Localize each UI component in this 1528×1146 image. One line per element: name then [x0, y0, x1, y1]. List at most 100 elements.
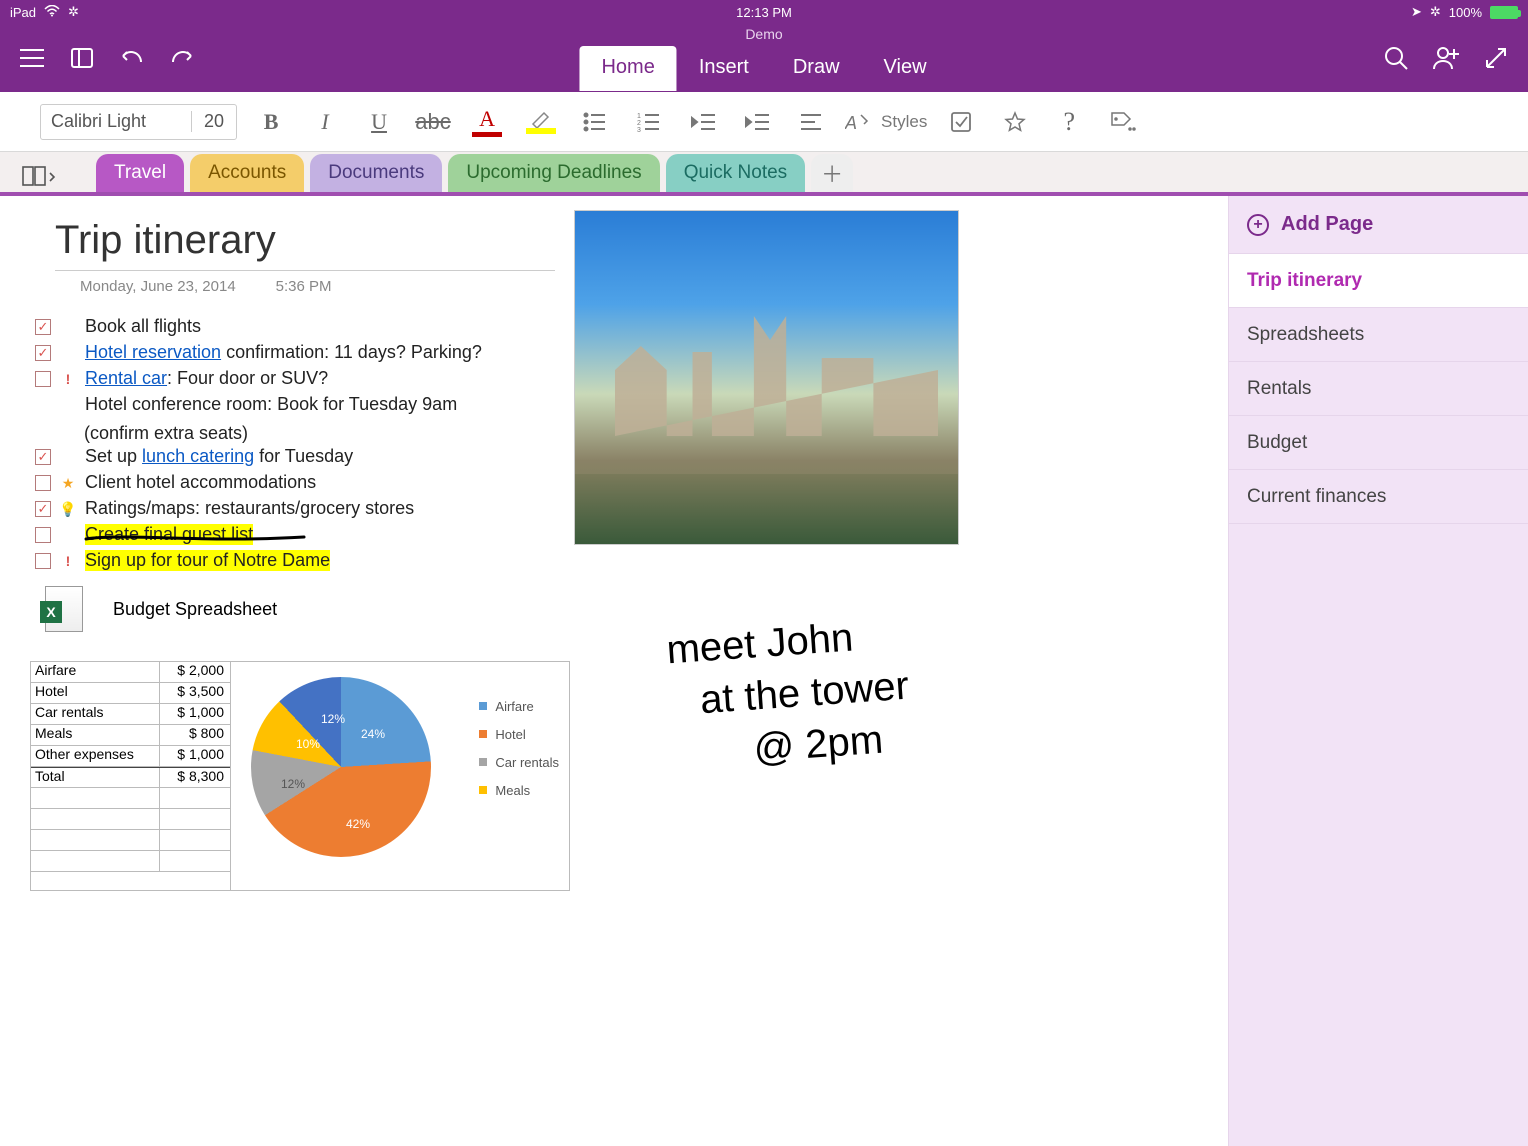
- excel-file-icon: [45, 586, 83, 632]
- highlight-button[interactable]: [521, 102, 561, 142]
- todo-text[interactable]: Hotel conference room: Book for Tuesday …: [85, 394, 457, 415]
- font-size[interactable]: 20: [191, 111, 236, 132]
- todo-row[interactable]: !Sign up for tour of Notre Dame: [35, 550, 482, 576]
- ribbon-tabs: Home Insert Draw View: [579, 46, 948, 91]
- add-page-button[interactable]: + Add Page: [1229, 196, 1528, 254]
- todo-row[interactable]: ✓ Set up lunch catering for Tuesday: [35, 446, 482, 472]
- device-label: iPad: [10, 5, 36, 20]
- spreadsheet-clip[interactable]: Airfare$ 2,000Hotel$ 3,500Car rentals$ 1…: [30, 661, 570, 891]
- note-time: 5:36 PM: [276, 278, 332, 295]
- indent-button[interactable]: [737, 102, 777, 142]
- embedded-photo[interactable]: [574, 210, 959, 545]
- bold-button[interactable]: B: [251, 102, 291, 142]
- search-button[interactable]: [1382, 44, 1410, 72]
- todo-text[interactable]: Ratings/maps: restaurants/grocery stores: [85, 498, 414, 519]
- styles-button[interactable]: A Styles: [845, 102, 927, 142]
- page-list: + Add Page Trip itinerarySpreadsheetsRen…: [1228, 196, 1528, 1146]
- todo-checkbox[interactable]: ✓: [35, 345, 51, 361]
- section-tab-travel[interactable]: Travel: [96, 154, 184, 192]
- todo-text[interactable]: Rental car: Four door or SUV?: [85, 368, 328, 389]
- todo-checkbox[interactable]: ✓: [35, 319, 51, 335]
- todo-checkbox[interactable]: [35, 527, 51, 543]
- numbered-list-button[interactable]: 123: [629, 102, 669, 142]
- link[interactable]: lunch catering: [142, 446, 254, 466]
- italic-button[interactable]: I: [305, 102, 345, 142]
- ribbon-tab-insert[interactable]: Insert: [677, 46, 771, 91]
- note-title[interactable]: Trip itinerary: [55, 218, 276, 263]
- ribbon-tab-home[interactable]: Home: [579, 46, 676, 91]
- clock: 12:13 PM: [736, 5, 792, 20]
- font-selector[interactable]: Calibri Light 20: [40, 104, 237, 140]
- font-name[interactable]: Calibri Light: [41, 111, 191, 132]
- section-tab-quicknotes[interactable]: Quick Notes: [666, 154, 805, 192]
- notebook-picker[interactable]: [14, 162, 64, 192]
- attachment-label: Budget Spreadsheet: [113, 599, 277, 620]
- page-item[interactable]: Spreadsheets: [1229, 308, 1528, 362]
- menu-button[interactable]: [18, 44, 46, 72]
- redo-button[interactable]: [168, 44, 196, 72]
- align-button[interactable]: [791, 102, 831, 142]
- ink-underline: [84, 531, 314, 545]
- attachment[interactable]: Budget Spreadsheet: [45, 586, 277, 632]
- todo-text[interactable]: Set up lunch catering for Tuesday: [85, 446, 353, 467]
- status-bar: iPad ✲ 12:13 PM ➤ ✲ 100%: [0, 0, 1528, 24]
- ribbon-tab-view[interactable]: View: [862, 46, 949, 91]
- handwritten-note[interactable]: meet John at the tower @ 2pm: [665, 608, 914, 780]
- section-tab-accounts[interactable]: Accounts: [190, 154, 304, 192]
- todo-row[interactable]: !Rental car: Four door or SUV?: [35, 368, 482, 394]
- todo-checkbox[interactable]: [35, 475, 51, 491]
- note-canvas[interactable]: Trip itinerary Monday, June 23, 2014 5:3…: [0, 196, 1228, 1146]
- todo-checkbox[interactable]: ✓: [35, 449, 51, 465]
- note-date: Monday, June 23, 2014: [80, 278, 236, 295]
- todo-tag-button[interactable]: [941, 102, 981, 142]
- svg-text:1: 1: [637, 113, 641, 120]
- battery-label: 100%: [1449, 5, 1482, 20]
- todo-text[interactable]: Book all flights: [85, 316, 201, 337]
- link[interactable]: Rental car: [85, 368, 167, 388]
- todo-row[interactable]: ✓💡Ratings/maps: restaurants/grocery stor…: [35, 498, 482, 524]
- undo-button[interactable]: [118, 44, 146, 72]
- todo-text[interactable]: Client hotel accommodations: [85, 472, 316, 493]
- todo-checkbox[interactable]: [35, 371, 51, 387]
- add-page-label: Add Page: [1281, 213, 1373, 236]
- todo-row[interactable]: (confirm extra seats): [84, 420, 482, 446]
- note-metadata: Monday, June 23, 2014 5:36 PM: [80, 278, 332, 295]
- notebook-title: Demo: [745, 26, 782, 42]
- ribbon-tab-draw[interactable]: Draw: [771, 46, 862, 91]
- todo-row[interactable]: Hotel conference room: Book for Tuesday …: [35, 394, 482, 420]
- todo-row[interactable]: ✓ Book all flights: [35, 316, 482, 342]
- add-section-button[interactable]: ＋: [811, 154, 853, 192]
- todo-checkbox[interactable]: ✓: [35, 501, 51, 517]
- todo-row[interactable]: ✓ Hotel reservation confirmation: 11 days…: [35, 342, 482, 368]
- todo-text[interactable]: Hotel reservation confirmation: 11 days?…: [85, 342, 482, 363]
- todo-text[interactable]: Sign up for tour of Notre Dame: [85, 550, 330, 571]
- page-item[interactable]: Budget: [1229, 416, 1528, 470]
- section-tab-documents[interactable]: Documents: [310, 154, 442, 192]
- outdent-button[interactable]: [683, 102, 723, 142]
- ribbon-toolbar: Calibri Light 20 B I U abc A 123 A Style…: [0, 92, 1528, 152]
- fullscreen-button[interactable]: [1482, 44, 1510, 72]
- plus-icon: +: [1247, 214, 1269, 236]
- share-people-button[interactable]: [1432, 44, 1460, 72]
- budget-table: Airfare$ 2,000Hotel$ 3,500Car rentals$ 1…: [31, 662, 231, 890]
- star-tag-button[interactable]: [995, 102, 1035, 142]
- page-item[interactable]: Rentals: [1229, 362, 1528, 416]
- panel-toggle-button[interactable]: [68, 44, 96, 72]
- section-bar: Travel Accounts Documents Upcoming Deadl…: [0, 152, 1528, 196]
- page-item[interactable]: Trip itinerary: [1229, 254, 1528, 308]
- location-icon: ➤: [1411, 4, 1422, 20]
- question-tag-button[interactable]: ?: [1049, 102, 1089, 142]
- todo-checkbox[interactable]: [35, 553, 51, 569]
- more-tags-button[interactable]: [1103, 102, 1143, 142]
- strikethrough-button[interactable]: abc: [413, 102, 453, 142]
- link[interactable]: Hotel reservation: [85, 342, 221, 362]
- sync-icon: ✲: [68, 4, 79, 20]
- page-item[interactable]: Current finances: [1229, 470, 1528, 524]
- svg-text:3: 3: [637, 127, 641, 132]
- underline-button[interactable]: U: [359, 102, 399, 142]
- styles-label: Styles: [881, 112, 927, 132]
- section-tab-deadlines[interactable]: Upcoming Deadlines: [448, 154, 659, 192]
- todo-row[interactable]: ★Client hotel accommodations: [35, 472, 482, 498]
- bullets-button[interactable]: [575, 102, 615, 142]
- font-color-button[interactable]: A: [467, 102, 507, 142]
